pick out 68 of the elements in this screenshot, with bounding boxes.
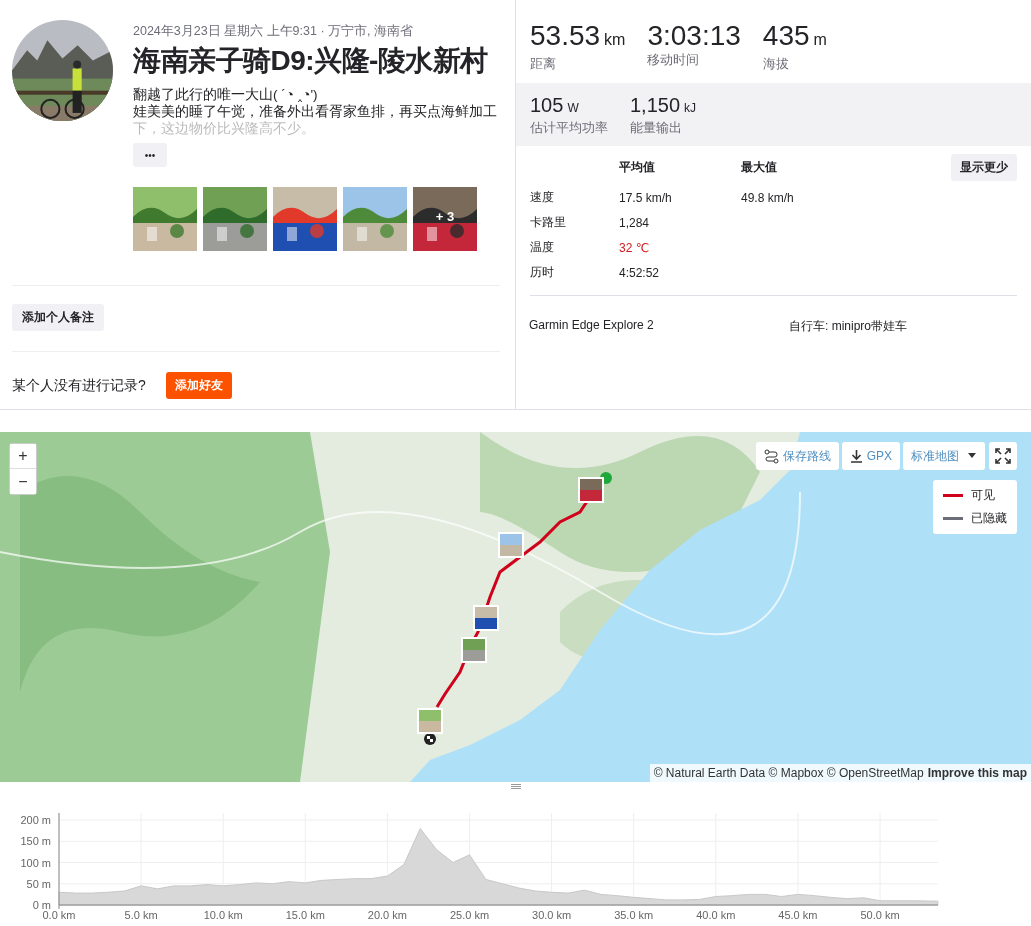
save-route-button[interactable]: 保存路线	[755, 442, 839, 470]
row-label: 历时	[530, 264, 555, 281]
stat-value: 3:03:13	[647, 20, 741, 52]
stat-label: 移动时间	[647, 52, 701, 69]
finish-flag-icon	[424, 733, 436, 745]
zoom-in-button[interactable]: +	[10, 444, 36, 469]
axis-label: 200 m	[20, 814, 51, 826]
stat-label: 能量输出	[630, 120, 683, 137]
download-icon	[849, 449, 863, 463]
axis-label: 40.0 km	[696, 909, 736, 921]
axis-label: 20.0 km	[367, 909, 407, 921]
stat-value: 53.53 km	[530, 20, 626, 53]
description-line: 翻越了此行的唯一大山( ´◔ ‸◔')	[133, 86, 319, 103]
photo-marker[interactable]	[498, 532, 524, 558]
description-line: 娃美美的睡了午觉，准备外出看胥家鱼排，再买点海鲜加工	[133, 103, 498, 120]
axis-label: 50 m	[26, 877, 51, 890]
fullscreen-button[interactable]	[989, 442, 1017, 470]
resize-handle-icon[interactable]	[510, 784, 521, 789]
stat-label: 海拔	[762, 56, 790, 73]
photo-marker[interactable]	[461, 637, 487, 663]
axis-label: 150 m	[20, 835, 51, 848]
axis-label: 50.0 km	[860, 909, 900, 921]
row-label: 温度	[530, 239, 555, 256]
add-note-button[interactable]: 添加个人备注	[12, 304, 104, 331]
photo-marker[interactable]	[473, 605, 499, 631]
invite-text: 某个人没有进行记录?	[12, 376, 146, 395]
caret-icon	[967, 453, 977, 459]
axis-label: 30.0 km	[532, 909, 572, 921]
map-type-dropdown[interactable]: 标准地图	[903, 442, 985, 470]
photo-marker[interactable]	[417, 708, 443, 734]
axis-label: 0.0 km	[42, 909, 76, 921]
axis-label: 100 m	[20, 856, 51, 869]
table-cell-text: 4:52:52	[619, 265, 661, 280]
legend-label: 可见	[971, 487, 995, 504]
row-label: 卡路里	[530, 214, 567, 231]
table-cell-text: 32 ℃	[619, 240, 651, 255]
stat-value: 105 W	[530, 93, 580, 118]
table-cell-text: 17.5 km/h	[619, 190, 673, 205]
route-icon	[763, 448, 779, 464]
bike-name: 自行车: minipro带娃车	[789, 318, 907, 335]
axis-label: 45.0 km	[778, 909, 818, 921]
activity-meta: 2024年3月23日 星期六 上午9:31 · 万宁市, 海南省	[133, 23, 414, 40]
table-cell-text: 49.8 km/h	[741, 190, 795, 205]
show-less-button[interactable]: 显示更少	[951, 154, 1017, 181]
axis-label: 0 m	[32, 899, 51, 911]
fullscreen-icon	[995, 448, 1011, 464]
photo-marker[interactable]	[578, 477, 604, 503]
column-header: 平均值	[619, 159, 656, 176]
axis-label: 25.0 km	[449, 909, 490, 921]
stat-label: 估计平均功率	[530, 120, 608, 137]
stat-value: 435 m	[762, 20, 827, 53]
axis-label: 5.0 km	[124, 909, 158, 921]
axis-label: 10.0 km	[203, 909, 243, 921]
stat-label: 距离	[530, 56, 557, 73]
axis-label: 35.0 km	[614, 909, 654, 921]
axis-label: 15.0 km	[285, 909, 325, 921]
device-name: Garmin Edge Explore 2	[529, 318, 655, 334]
legend-label: 已隐藏	[971, 510, 1007, 527]
table-cell-text: 1,284	[619, 215, 651, 230]
attribution-text: © Natural Earth Data © Mapbox © OpenStreetMap	[653, 766, 924, 780]
description-line: 下，这边物价比兴隆高不少。	[133, 120, 316, 137]
row-label: 速度	[530, 189, 555, 206]
activity-title: 海南亲子骑D9:兴隆-陵水新村	[133, 44, 489, 78]
gpx-button[interactable]: GPX	[841, 442, 900, 470]
stat-value: 1,150 kJ	[630, 93, 697, 118]
improve-map-link[interactable]: Improve this map	[927, 766, 1027, 780]
more-button[interactable]: •••	[133, 143, 167, 167]
column-header: 最大值	[741, 159, 778, 176]
